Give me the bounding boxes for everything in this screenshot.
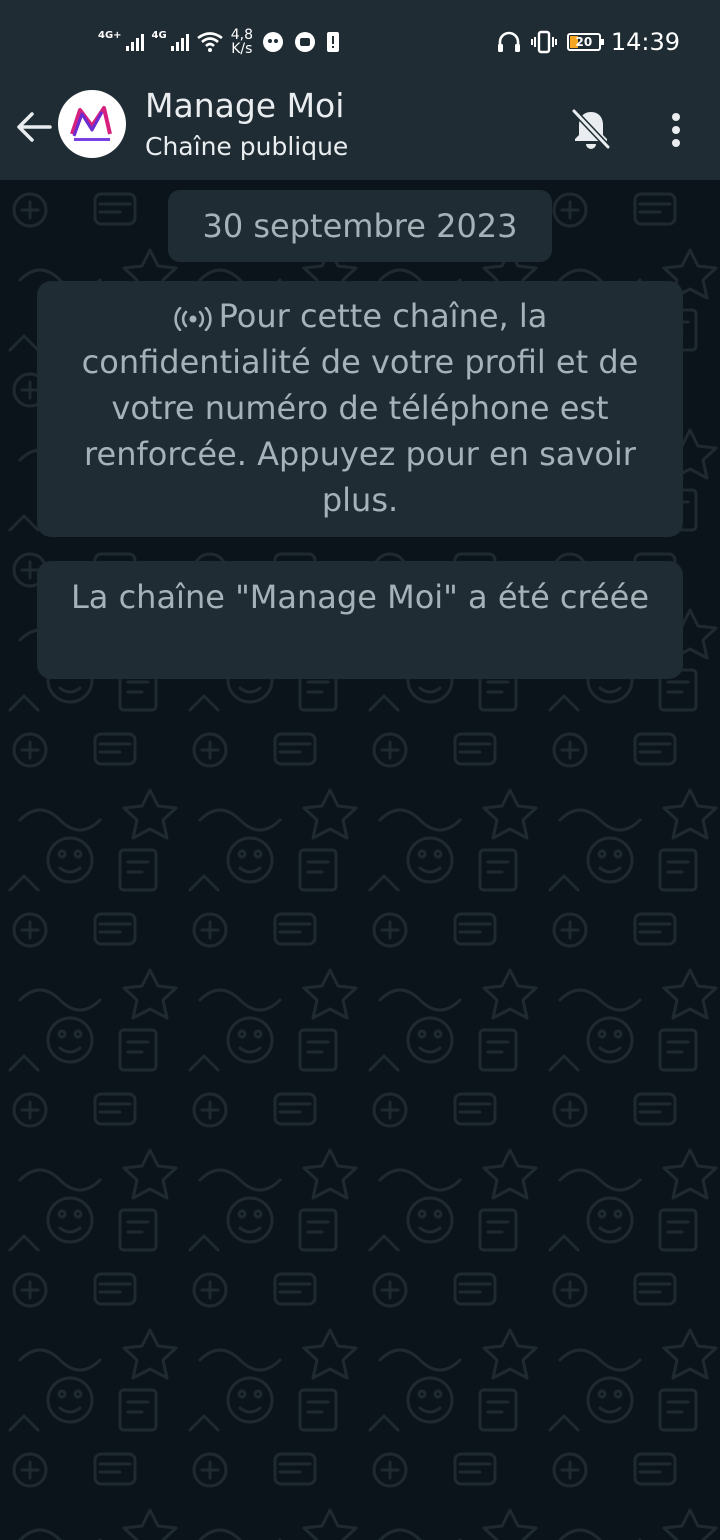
channel-title[interactable]: Manage Moi <box>145 86 344 125</box>
signal-icon-1 <box>125 33 144 51</box>
date-separator: 30 septembre 2023 <box>168 190 552 262</box>
mute-button[interactable] <box>566 104 616 154</box>
broadcast-icon <box>173 307 212 331</box>
signal-icon-2 <box>170 33 189 51</box>
back-arrow-icon <box>17 112 52 142</box>
vibrate-icon <box>530 30 557 54</box>
chat-area[interactable]: 30 septembre 2023 Pour cette chaîne, la … <box>0 180 720 1540</box>
whatsapp-channel-screen: 4G+ 4G 4,8 K/s 20 14:39 Manage Moi Chaîn… <box>0 0 720 1540</box>
privacy-notice[interactable]: Pour cette chaîne, la confidentialité de… <box>37 281 683 537</box>
more-options-button[interactable] <box>656 102 696 158</box>
status-right-icons: 20 14:39 <box>497 22 680 62</box>
alert-notification-icon <box>326 32 339 52</box>
bell-off-icon <box>571 108 611 150</box>
back-button[interactable] <box>14 102 54 152</box>
channel-avatar[interactable] <box>58 90 126 158</box>
channel-header: Manage Moi Chaîne publique <box>0 80 720 180</box>
network-speed-unit: K/s <box>231 41 253 57</box>
manage-moi-logo <box>70 106 112 141</box>
network-type-2: 4G <box>151 29 167 41</box>
status-bar: 4G+ 4G 4,8 K/s 20 14:39 <box>0 0 720 80</box>
app-notification-icon <box>262 32 283 52</box>
battery-level: 20 <box>575 35 593 49</box>
network-speed: 4,8 K/s <box>231 28 253 56</box>
message-notification-icon <box>294 32 315 52</box>
network-speed-value: 4,8 <box>230 27 253 43</box>
status-left-icons: 4G+ 4G 4,8 K/s <box>98 22 341 62</box>
more-vert-icon <box>672 113 680 147</box>
channel-created-notice: La chaîne "Manage Moi" a été créée <box>37 561 683 679</box>
wifi-icon <box>196 32 223 52</box>
channel-subtitle[interactable]: Chaîne publique <box>145 132 348 161</box>
clock: 14:39 <box>610 28 680 56</box>
headphones-icon <box>497 31 520 52</box>
battery-indicator: 20 <box>566 33 604 51</box>
privacy-notice-text: Pour cette chaîne, la confidentialité de… <box>81 297 639 519</box>
network-type-1: 4G+ <box>98 29 122 41</box>
